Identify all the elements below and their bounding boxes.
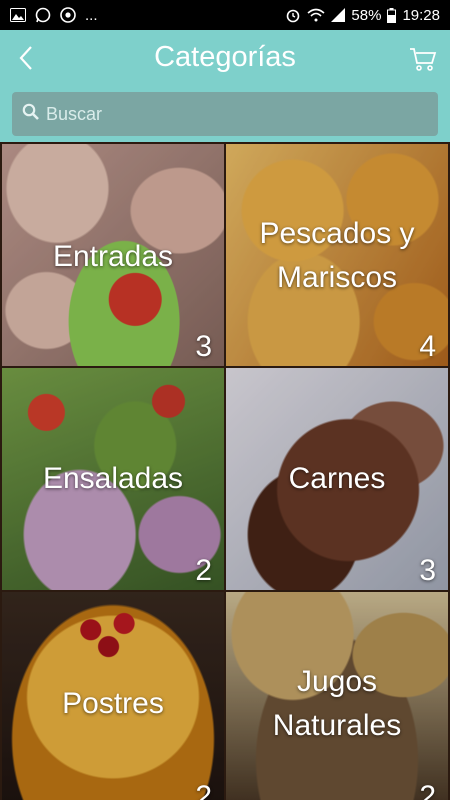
whatsapp-icon — [35, 7, 51, 23]
category-name: Carnes — [288, 462, 386, 495]
category-tile-jugos-naturales[interactable]: Jugos Naturales 2 — [226, 592, 448, 800]
status-more: ... — [85, 6, 98, 24]
category-name: Postres — [62, 687, 164, 720]
cart-icon — [409, 46, 437, 77]
category-count: 3 — [419, 554, 436, 587]
battery-percent: 58% — [351, 6, 382, 24]
gallery-icon — [10, 8, 26, 22]
chrome-icon — [60, 7, 76, 23]
category-count: 2 — [419, 780, 436, 800]
app-header: Categorías — [0, 30, 450, 142]
search-box[interactable] — [12, 92, 438, 136]
category-name: Ensaladas — [42, 462, 184, 495]
category-count: 2 — [195, 554, 212, 587]
category-tile-pescados-y-mariscos[interactable]: Pescados y Mariscos 4 — [226, 144, 448, 366]
wifi-icon — [307, 8, 325, 22]
category-name: Pescados y Mariscos — [259, 217, 415, 294]
status-bar: ... 58% 19:28 — [0, 0, 450, 30]
category-tile-postres[interactable]: Postres 2 — [2, 592, 224, 800]
category-name: Jugos Naturales — [272, 665, 402, 742]
category-tile-carnes[interactable]: Carnes 3 — [226, 368, 448, 590]
search-icon — [22, 103, 40, 126]
battery-icon — [387, 7, 397, 23]
category-tile-ensaladas[interactable]: Ensaladas 2 — [2, 368, 224, 590]
page-title: Categorías — [154, 41, 296, 73]
signal-icon — [331, 8, 346, 22]
category-count: 3 — [195, 330, 212, 363]
clock: 19:28 — [402, 6, 440, 24]
category-count: 4 — [419, 330, 436, 363]
cart-button[interactable] — [406, 44, 440, 78]
search-input[interactable] — [46, 103, 406, 125]
category-tile-entradas[interactable]: Entradas 3 — [2, 144, 224, 366]
category-name: Entradas — [52, 240, 174, 273]
category-count: 2 — [195, 780, 212, 800]
alarm-icon — [285, 7, 301, 23]
